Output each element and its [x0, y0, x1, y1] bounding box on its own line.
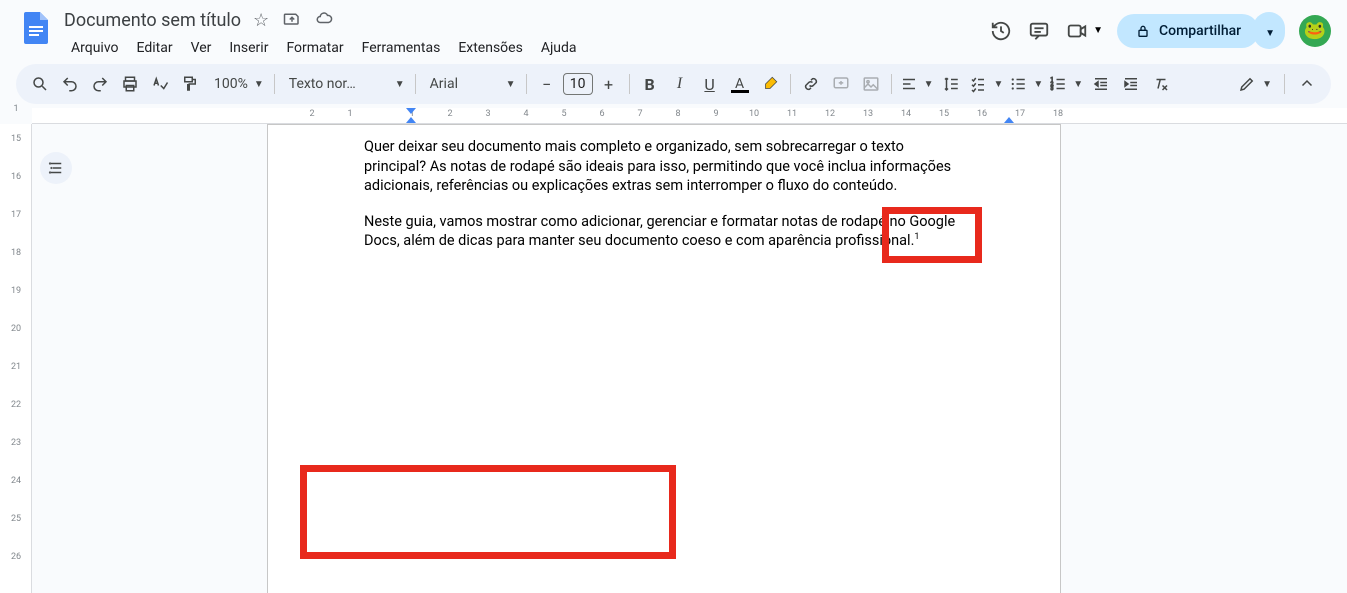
v-ruler-number: 18 [11, 248, 21, 258]
menu-ferramentas[interactable]: Ferramentas [355, 36, 448, 60]
underline-button[interactable]: U [696, 70, 724, 98]
h-ruler-number: 9 [713, 109, 718, 119]
h-ruler-number: 11 [787, 109, 797, 119]
insert-image-button[interactable] [857, 70, 885, 98]
lock-icon [1135, 23, 1151, 39]
line-spacing-button[interactable] [937, 70, 965, 98]
checklist-dropdown[interactable]: ▼ [967, 70, 1005, 98]
docs-logo[interactable] [16, 8, 56, 48]
print-icon[interactable] [116, 70, 144, 98]
annotation-highlight-footnote-area [300, 465, 676, 559]
vertical-ruler[interactable]: 1151617181920212223242526 [0, 124, 32, 593]
menu-inserir[interactable]: Inserir [222, 36, 275, 60]
toolbar: 100%▼ Texto nor…▼ Arial▼ − + B I U A ▼ ▼… [16, 64, 1331, 104]
h-ruler-number: 2 [447, 109, 452, 119]
h-ruler-number: 10 [749, 109, 759, 119]
star-icon[interactable]: ☆ [253, 10, 269, 31]
font-size-input[interactable] [563, 73, 593, 95]
redo-icon[interactable] [86, 70, 114, 98]
h-ruler-number: 12 [825, 109, 835, 119]
bold-button[interactable]: B [636, 70, 664, 98]
right-indent-marker[interactable] [1004, 117, 1014, 123]
text-color-button[interactable]: A [726, 70, 754, 98]
page[interactable]: Quer deixar seu documento mais completo … [267, 124, 1061, 593]
h-ruler-number: 4 [523, 109, 528, 119]
share-button[interactable]: Compartilhar [1117, 14, 1259, 48]
menu-ajuda[interactable]: Ajuda [534, 36, 584, 60]
move-icon[interactable] [283, 9, 301, 32]
search-icon[interactable] [26, 70, 54, 98]
h-ruler-number: 16 [977, 109, 987, 119]
footnote-reference[interactable]: 1 [914, 232, 919, 242]
v-ruler-number: 19 [11, 286, 21, 296]
v-ruler-number: 17 [11, 210, 21, 220]
menu-editar[interactable]: Editar [130, 36, 180, 60]
svg-text:3: 3 [1051, 86, 1054, 92]
paragraph-1[interactable]: Quer deixar seu documento mais completo … [364, 137, 964, 196]
v-ruler-number: 1 [13, 104, 18, 114]
h-ruler-number: 5 [561, 109, 566, 119]
numbered-list-dropdown[interactable]: 123▼ [1047, 70, 1085, 98]
v-ruler-number: 26 [11, 552, 21, 562]
decrease-font-button[interactable]: − [533, 70, 561, 98]
v-ruler-number: 22 [11, 400, 21, 410]
v-ruler-number: 15 [11, 134, 21, 144]
v-ruler-number: 24 [11, 476, 21, 486]
h-ruler-number: 7 [637, 109, 642, 119]
history-icon[interactable] [989, 19, 1013, 43]
add-comment-button[interactable] [827, 70, 855, 98]
italic-button[interactable]: I [666, 70, 694, 98]
share-dropdown-button[interactable]: ▼ [1253, 12, 1285, 49]
first-line-indent-marker[interactable] [406, 108, 416, 114]
avatar[interactable]: 🐸 [1299, 15, 1331, 47]
menu-ver[interactable]: Ver [184, 36, 219, 60]
zoom-dropdown[interactable]: 100%▼ [206, 70, 268, 98]
document-canvas: Quer deixar seu documento mais completo … [32, 124, 1347, 593]
h-ruler-number: 15 [939, 109, 949, 119]
v-ruler-number: 16 [11, 172, 21, 182]
paint-format-icon[interactable] [176, 70, 204, 98]
menu-extensoes[interactable]: Extensões [451, 36, 530, 60]
align-dropdown[interactable]: ▼ [898, 70, 936, 98]
cloud-status-icon[interactable] [315, 9, 333, 32]
h-ruler-number: 6 [599, 109, 604, 119]
h-ruler-number: 13 [863, 109, 873, 119]
increase-indent-button[interactable] [1117, 70, 1145, 98]
menu-formatar[interactable]: Formatar [279, 36, 350, 60]
document-title[interactable]: Documento sem título [64, 10, 241, 31]
left-indent-marker[interactable] [406, 117, 416, 123]
v-ruler-number: 21 [11, 362, 21, 372]
meet-icon[interactable] [1065, 19, 1089, 43]
h-ruler-number: 18 [1053, 109, 1063, 119]
menu-arquivo[interactable]: Arquivo [64, 36, 126, 60]
share-label: Compartilhar [1159, 23, 1241, 39]
paragraph-2[interactable]: Neste guia, vamos mostrar como adicionar… [364, 212, 964, 251]
comments-icon[interactable] [1027, 19, 1051, 43]
v-ruler-number: 23 [11, 438, 21, 448]
h-ruler-number: 14 [901, 109, 911, 119]
h-ruler-number: 3 [485, 109, 490, 119]
collapse-toolbar-button[interactable] [1293, 70, 1321, 98]
style-dropdown[interactable]: Texto nor…▼ [281, 70, 409, 98]
increase-font-button[interactable]: + [595, 70, 623, 98]
font-dropdown[interactable]: Arial▼ [422, 70, 520, 98]
editing-mode-dropdown[interactable]: ▼ [1230, 70, 1276, 98]
horizontal-ruler[interactable]: 21123456789101112131415161718 [32, 108, 1347, 124]
highlight-color-button[interactable] [756, 70, 784, 98]
bullet-list-dropdown[interactable]: ▼ [1007, 70, 1045, 98]
decrease-indent-button[interactable] [1087, 70, 1115, 98]
h-ruler-number: 8 [675, 109, 680, 119]
insert-link-button[interactable] [797, 70, 825, 98]
clear-formatting-button[interactable] [1147, 70, 1175, 98]
undo-icon[interactable] [56, 70, 84, 98]
h-ruler-number: 2 [309, 109, 314, 119]
outline-toggle-button[interactable] [40, 152, 72, 184]
meet-dropdown-icon[interactable]: ▼ [1093, 25, 1103, 36]
v-ruler-number: 25 [11, 514, 21, 524]
v-ruler-number: 20 [11, 324, 21, 334]
h-ruler-number: 1 [347, 109, 352, 119]
h-ruler-number: 17 [1015, 109, 1025, 119]
spellcheck-icon[interactable] [146, 70, 174, 98]
